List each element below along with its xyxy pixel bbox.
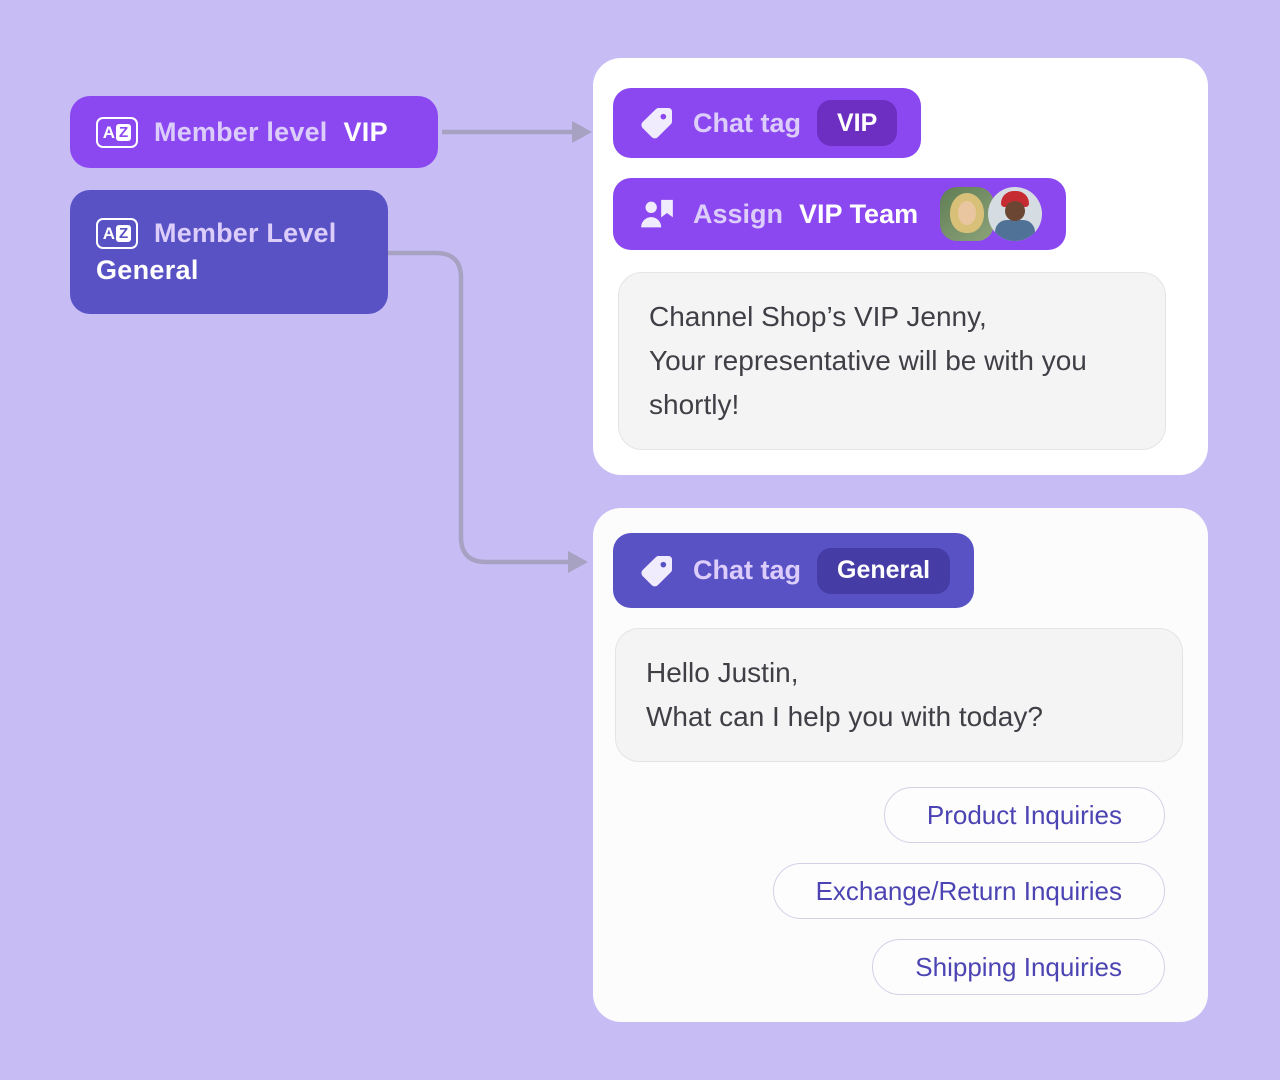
member-level-label: Member Level	[154, 218, 336, 249]
assigned-agents	[940, 187, 1042, 241]
assign-label: Assign	[693, 199, 783, 230]
member-level-value: VIP	[343, 117, 387, 148]
message-line: Hello Justin,	[646, 651, 1152, 695]
member-level-label: Member level	[154, 117, 327, 148]
chat-tag-value-pill: General	[817, 548, 950, 594]
chat-tag-general-badge: Chat tag General	[613, 533, 974, 608]
az-icon-letter-a: A	[103, 124, 115, 141]
chat-tag-value-pill: VIP	[817, 100, 897, 146]
az-icon-letter-z: Z	[116, 225, 131, 242]
general-chat-card: Chat tag General Hello Justin, What can …	[593, 508, 1208, 1022]
member-level-value: General	[96, 255, 199, 286]
chat-tag-label: Chat tag	[693, 108, 801, 139]
message-line: Channel Shop’s VIP Jenny,	[649, 295, 1135, 339]
tag-icon	[637, 551, 677, 591]
assign-user-icon	[637, 194, 677, 234]
arrow-right-head	[568, 551, 588, 573]
quick-reply-list: Product Inquiries Exchange/Return Inquir…	[613, 787, 1188, 995]
tag-icon	[637, 103, 677, 143]
az-icon: A Z	[96, 218, 138, 249]
general-welcome-message: Hello Justin, What can I help you with t…	[615, 628, 1183, 762]
male-agent-avatar	[988, 187, 1042, 241]
quick-reply-exchange-return-inquiries[interactable]: Exchange/Return Inquiries	[773, 863, 1165, 919]
female-agent-avatar	[940, 187, 994, 241]
az-icon-letter-z: Z	[116, 124, 131, 141]
member-level-general-chip: A Z Member Level General	[70, 190, 388, 314]
vip-chat-card: Chat tag VIP Assign VIP Team Channel Sho…	[593, 58, 1208, 475]
assign-vip-team-badge: Assign VIP Team	[613, 178, 1066, 250]
message-line: Your representative will be with you sho…	[649, 339, 1135, 427]
chat-tag-label: Chat tag	[693, 555, 801, 586]
az-icon: A Z	[96, 117, 138, 148]
chat-tag-vip-badge: Chat tag VIP	[613, 88, 921, 158]
arrow-right-head	[572, 121, 592, 143]
message-line: What can I help you with today?	[646, 695, 1152, 739]
assign-value: VIP Team	[799, 199, 918, 230]
quick-reply-shipping-inquiries[interactable]: Shipping Inquiries	[872, 939, 1165, 995]
general-flow-line	[388, 253, 568, 562]
az-icon-letter-a: A	[103, 225, 115, 242]
quick-reply-product-inquiries[interactable]: Product Inquiries	[884, 787, 1165, 843]
member-level-vip-chip: A Z Member level VIP	[70, 96, 438, 168]
page: A Z Member level VIP A Z Member Level Ge…	[0, 0, 1280, 1080]
vip-welcome-message: Channel Shop’s VIP Jenny, Your represent…	[618, 272, 1166, 450]
